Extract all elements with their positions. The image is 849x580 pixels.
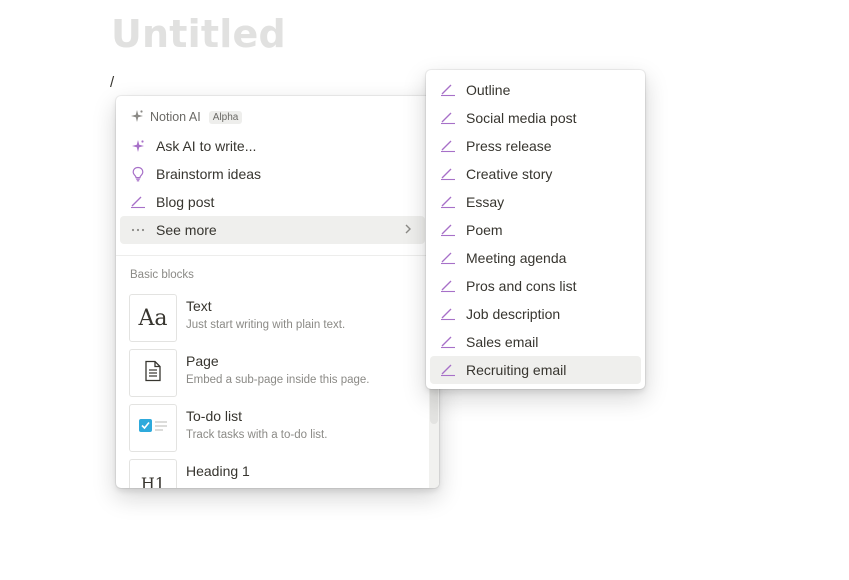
page-block-label: Page [186,353,219,369]
text-block-thumbnail: Aa [129,294,177,342]
heading1-block-item[interactable]: H1 Heading 1 [120,459,425,488]
submenu-item-label: Poem [466,222,503,238]
page-icon [144,360,162,387]
pen-icon [439,221,457,239]
pen-icon [439,137,457,155]
submenu-item-meeting-agenda[interactable]: Meeting agenda [430,244,641,272]
pen-icon [129,193,147,211]
submenu-item-sales-email[interactable]: Sales email [430,328,641,356]
pen-icon [439,333,457,351]
see-more-item[interactable]: See more [120,216,425,244]
heading1-block-label: Heading 1 [186,463,250,479]
page-block-description: Embed a sub-page inside this page. [186,374,370,386]
lightbulb-icon [129,165,147,183]
blog-post-item[interactable]: Blog post [120,188,425,216]
menu-divider [116,255,429,256]
submenu-item-press-release[interactable]: Press release [430,132,641,160]
basic-blocks-heading: Basic blocks [130,269,194,281]
submenu-item-label: Sales email [466,334,539,350]
see-more-label: See more [156,222,217,238]
todo-block-label: To-do list [186,408,243,424]
slash-command-text[interactable]: / [110,74,114,91]
todo-block-description: Track tasks with a to-do list. [186,429,328,441]
page-block-item[interactable]: Page Embed a sub-page inside this page. [120,349,425,401]
pen-icon [439,109,457,127]
submenu-item-label: Pros and cons list [466,278,577,294]
submenu-item-outline[interactable]: Outline [430,76,641,104]
heading1-block-thumbnail: H1 [129,459,177,488]
submenu-item-recruiting-email[interactable]: Recruiting email [430,356,641,384]
chevron-right-icon [403,222,413,239]
submenu-item-pros-and-cons-list[interactable]: Pros and cons list [430,272,641,300]
sparkle-icon [130,109,144,126]
submenu-item-label: Recruiting email [466,362,567,378]
submenu-item-label: Meeting agenda [466,250,567,266]
alpha-badge: Alpha [208,110,243,124]
page-title[interactable]: Untitled [111,12,286,56]
sparkle-icon [129,137,147,155]
text-block-description: Just start writing with plain text. [186,319,346,331]
todo-block-item[interactable]: To-do list Track tasks with a to-do list… [120,404,425,456]
submenu-item-creative-story[interactable]: Creative story [430,160,641,188]
submenu-item-label: Outline [466,82,511,98]
heading1-glyph: H1 [140,473,166,489]
submenu-item-label: Social media post [466,110,577,126]
notion-ai-label: Notion AI [150,110,201,124]
pen-icon [439,305,457,323]
blog-post-label: Blog post [156,194,215,210]
submenu-item-label: Creative story [466,166,553,182]
submenu-item-label: Essay [466,194,505,210]
brainstorm-ideas-label: Brainstorm ideas [156,166,262,182]
submenu-item-poem[interactable]: Poem [430,216,641,244]
checkbox-icon [138,418,168,439]
pen-icon [439,81,457,99]
page-block-thumbnail [129,349,177,397]
pen-icon [439,165,457,183]
submenu-item-label: Press release [466,138,552,154]
slash-command-menu: Notion AI Alpha Ask AI to write... Brain… [116,96,439,488]
pen-icon [439,193,457,211]
pen-icon [439,361,457,379]
ellipsis-icon [129,221,147,239]
pen-icon [439,249,457,267]
menu-scroll-area: Notion AI Alpha Ask AI to write... Brain… [116,96,429,488]
text-block-label: Text [186,298,212,314]
submenu-item-social-media-post[interactable]: Social media post [430,104,641,132]
ask-ai-to-write-item[interactable]: Ask AI to write... [120,132,425,160]
brainstorm-ideas-item[interactable]: Brainstorm ideas [120,160,425,188]
notion-ai-header: Notion AI Alpha [130,108,243,126]
pen-icon [439,277,457,295]
see-more-submenu: Outline Social media post Press release … [426,70,645,389]
text-aa-glyph: Aa [138,305,168,331]
ask-ai-label: Ask AI to write... [156,138,257,154]
submenu-item-essay[interactable]: Essay [430,188,641,216]
submenu-item-label: Job description [466,306,561,322]
text-block-item[interactable]: Aa Text Just start writing with plain te… [120,294,425,346]
submenu-item-job-description[interactable]: Job description [430,300,641,328]
todo-block-thumbnail [129,404,177,452]
